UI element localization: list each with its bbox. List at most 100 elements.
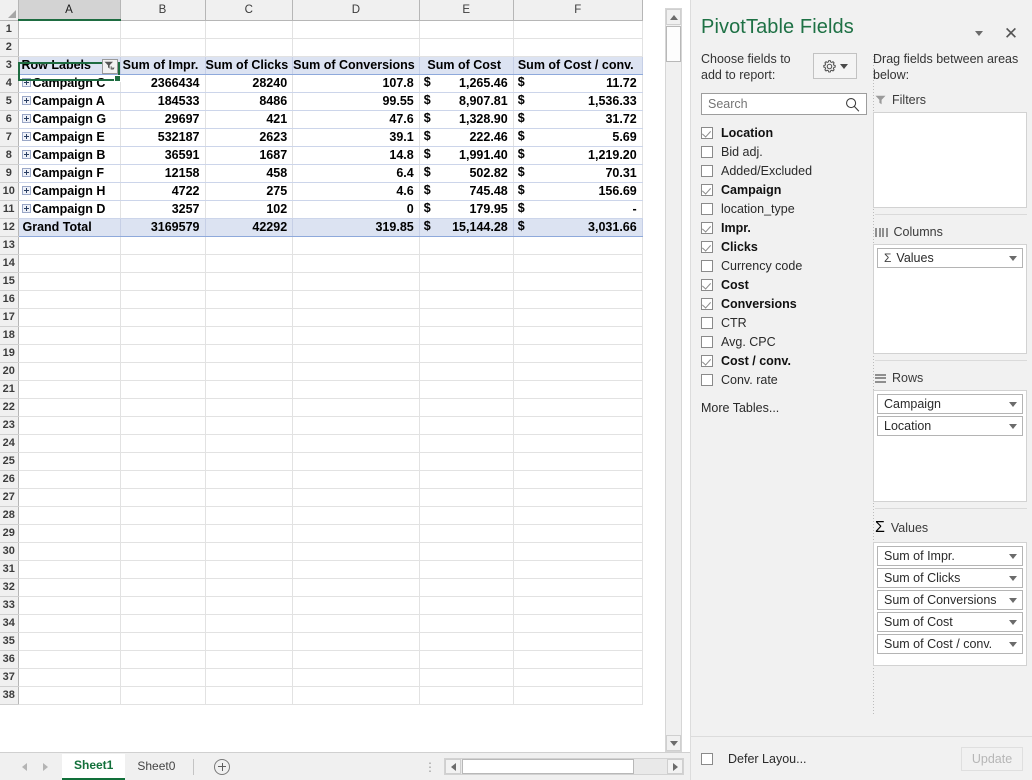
cell-A14[interactable] (18, 254, 120, 272)
cell-B37[interactable] (120, 668, 205, 686)
cell-E38[interactable] (419, 686, 513, 704)
field-checkbox[interactable] (701, 146, 713, 158)
cell-A17[interactable] (18, 308, 120, 326)
grid-row[interactable]: 26 (0, 470, 642, 488)
cell-C36[interactable] (205, 650, 293, 668)
cell-A27[interactable] (18, 488, 120, 506)
row-header-27[interactable]: 27 (0, 488, 18, 506)
more-tables-link[interactable]: More Tables... (701, 401, 867, 415)
cell-A26[interactable] (18, 470, 120, 488)
cell-B17[interactable] (120, 308, 205, 326)
cell-D25[interactable] (293, 452, 420, 470)
cell-C21[interactable] (205, 380, 293, 398)
cell-D15[interactable] (293, 272, 420, 290)
cell-B4[interactable]: 2366434 (120, 74, 205, 92)
cell-D8[interactable]: 14.8 (293, 146, 420, 164)
cell-D2[interactable] (293, 38, 420, 56)
cell-C24[interactable] (205, 434, 293, 452)
cell-C28[interactable] (205, 506, 293, 524)
grid-row[interactable]: 35 (0, 632, 642, 650)
cell-C11[interactable]: 102 (205, 200, 293, 218)
cell-B19[interactable] (120, 344, 205, 362)
grid-row[interactable]: 11Campaign D32571020$179.95$- (0, 200, 642, 218)
field-list-item-ctr[interactable]: CTR (701, 313, 867, 332)
row-header-28[interactable]: 28 (0, 506, 18, 524)
cell-D9[interactable]: 6.4 (293, 164, 420, 182)
cell-C2[interactable] (205, 38, 293, 56)
cell-C17[interactable] (205, 308, 293, 326)
row-header-32[interactable]: 32 (0, 578, 18, 596)
cell-F5[interactable]: $1,536.33 (513, 92, 642, 110)
expand-field-icon[interactable] (22, 114, 31, 123)
area-pill-campaign[interactable]: Campaign (877, 394, 1023, 414)
cell-C13[interactable] (205, 236, 293, 254)
cell-D5[interactable]: 99.55 (293, 92, 420, 110)
grid-row[interactable]: 23 (0, 416, 642, 434)
cell-C35[interactable] (205, 632, 293, 650)
row-header-24[interactable]: 24 (0, 434, 18, 452)
cell-C30[interactable] (205, 542, 293, 560)
grid-row[interactable]: 20 (0, 362, 642, 380)
cell-E3[interactable]: Sum of Cost (419, 56, 513, 74)
filters-drop-area[interactable] (873, 112, 1027, 208)
cell-F32[interactable] (513, 578, 642, 596)
cell-B2[interactable] (120, 38, 205, 56)
cell-B12[interactable]: 3169579 (120, 218, 205, 236)
cell-E2[interactable] (419, 38, 513, 56)
cell-A32[interactable] (18, 578, 120, 596)
cell-B26[interactable] (120, 470, 205, 488)
cell-E33[interactable] (419, 596, 513, 614)
tab-nav-arrows[interactable] (0, 763, 62, 771)
grid-body[interactable]: 123Row LabelsSum of Impr.Sum of ClicksSu… (0, 20, 642, 704)
cell-E9[interactable]: $502.82 (419, 164, 513, 182)
cell-A19[interactable] (18, 344, 120, 362)
grid-row[interactable]: 14 (0, 254, 642, 272)
tab-split-grip[interactable]: ⋮ (424, 764, 436, 770)
row-header-35[interactable]: 35 (0, 632, 18, 650)
cell-E22[interactable] (419, 398, 513, 416)
field-checkbox[interactable] (701, 127, 713, 139)
field-list-settings-button[interactable] (813, 53, 857, 79)
row-header-19[interactable]: 19 (0, 344, 18, 362)
cell-D30[interactable] (293, 542, 420, 560)
cell-B16[interactable] (120, 290, 205, 308)
grid-row[interactable]: 2 (0, 38, 642, 56)
cell-E16[interactable] (419, 290, 513, 308)
grid-row[interactable]: 7Campaign E532187262339.1$222.46$5.69 (0, 128, 642, 146)
cell-E29[interactable] (419, 524, 513, 542)
cell-A21[interactable] (18, 380, 120, 398)
cell-F12[interactable]: $3,031.66 (513, 218, 642, 236)
area-pill-sum-of-clicks[interactable]: Sum of Clicks (877, 568, 1023, 588)
cell-F27[interactable] (513, 488, 642, 506)
cell-F38[interactable] (513, 686, 642, 704)
cell-F19[interactable] (513, 344, 642, 362)
cell-F35[interactable] (513, 632, 642, 650)
expand-field-icon[interactable] (22, 96, 31, 105)
cell-C32[interactable] (205, 578, 293, 596)
scroll-up-button[interactable] (666, 9, 681, 25)
row-header-7[interactable]: 7 (0, 128, 18, 146)
cell-B28[interactable] (120, 506, 205, 524)
cell-C12[interactable]: 42292 (205, 218, 293, 236)
row-header-31[interactable]: 31 (0, 560, 18, 578)
cell-B34[interactable] (120, 614, 205, 632)
row-header-34[interactable]: 34 (0, 614, 18, 632)
grid-row[interactable]: 33 (0, 596, 642, 614)
cell-F17[interactable] (513, 308, 642, 326)
grid-row[interactable]: 38 (0, 686, 642, 704)
cell-B25[interactable] (120, 452, 205, 470)
chevron-down-icon[interactable] (1009, 576, 1017, 581)
grid-row[interactable]: 31 (0, 560, 642, 578)
column-header-d[interactable]: D (293, 0, 420, 20)
grid-row[interactable]: 19 (0, 344, 642, 362)
cell-B9[interactable]: 12158 (120, 164, 205, 182)
cell-B27[interactable] (120, 488, 205, 506)
cell-C6[interactable]: 421 (205, 110, 293, 128)
cell-D12[interactable]: 319.85 (293, 218, 420, 236)
row-header-8[interactable]: 8 (0, 146, 18, 164)
cell-F13[interactable] (513, 236, 642, 254)
cell-E15[interactable] (419, 272, 513, 290)
cell-D11[interactable]: 0 (293, 200, 420, 218)
cell-D6[interactable]: 47.6 (293, 110, 420, 128)
cell-E6[interactable]: $1,328.90 (419, 110, 513, 128)
